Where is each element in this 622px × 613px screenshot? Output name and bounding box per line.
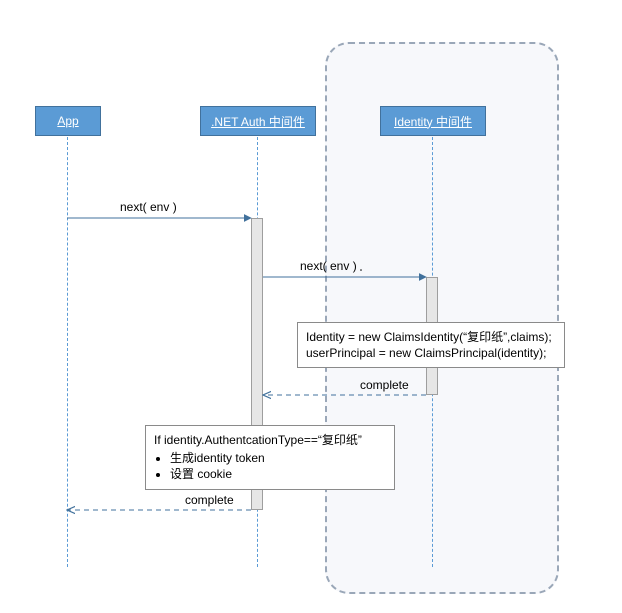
note-auth-bullet2: 设置 cookie — [170, 466, 386, 482]
note-auth: If identity.AuthentcationType==“复印纸” 生成i… — [145, 425, 395, 490]
participant-app-label: App — [57, 114, 78, 128]
participant-identity: Identity 中间件 — [380, 106, 486, 136]
participant-identity-label: Identity 中间件 — [394, 113, 472, 130]
msg-label-next2: next( env ) — [300, 259, 357, 273]
note-identity: Identity = new ClaimsIdentity(“复印纸”,clai… — [297, 322, 565, 368]
participant-auth: .NET Auth 中间件 — [200, 106, 316, 136]
participant-auth-label: .NET Auth 中间件 — [211, 113, 305, 130]
note-identity-line1: Identity = new ClaimsIdentity(“复印纸”,clai… — [306, 329, 556, 345]
msg-label-next1: next( env ) — [120, 200, 177, 214]
note-auth-bullet1: 生成identity token — [170, 450, 386, 466]
participant-app: App — [35, 106, 101, 136]
note-auth-line1: If identity.AuthentcationType==“复印纸” — [154, 432, 386, 448]
lifeline-app — [67, 137, 68, 567]
note-identity-line2: userPrincipal = new ClaimsPrincipal(iden… — [306, 345, 556, 361]
msg-label-complete1: complete — [360, 378, 409, 392]
msg-label-complete2: complete — [185, 493, 234, 507]
